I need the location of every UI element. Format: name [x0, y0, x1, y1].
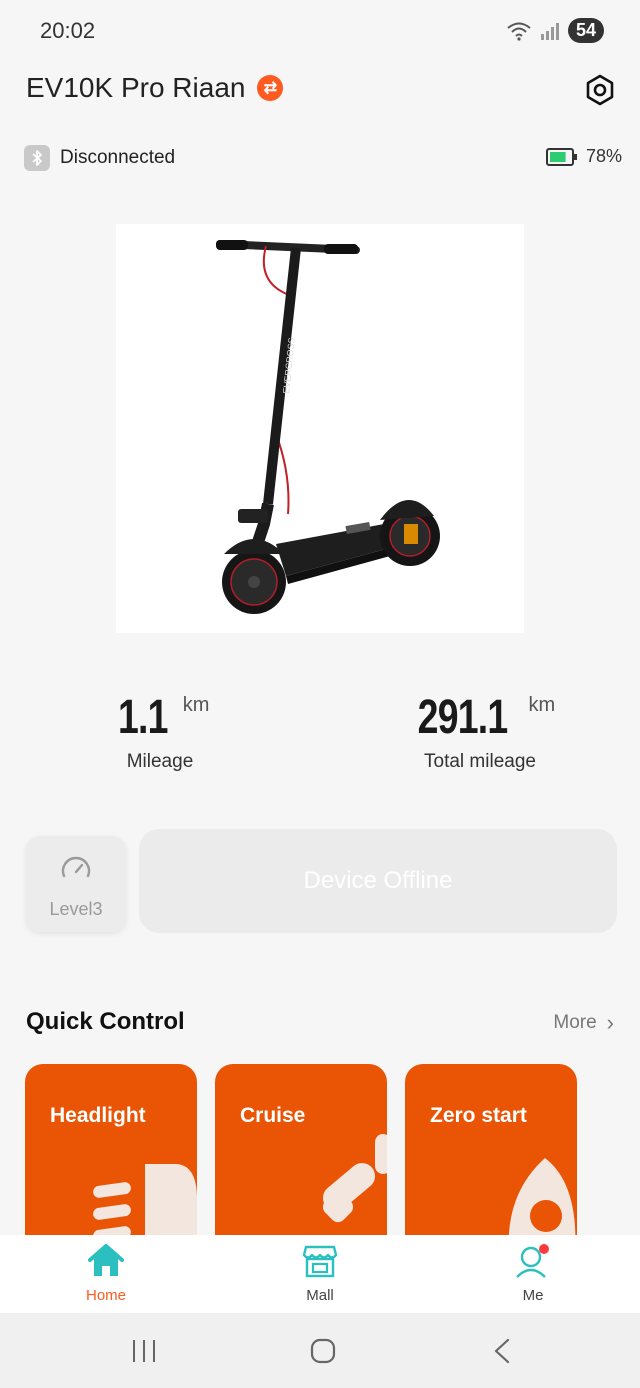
tab-home[interactable]: Home	[46, 1243, 166, 1304]
swap-icon[interactable]: ⇄	[257, 75, 284, 101]
quick-control-title: Quick Control	[26, 1008, 185, 1035]
battery-icon	[545, 147, 577, 166]
headlight-card[interactable]: Headlight	[25, 1064, 197, 1254]
battery-pill: 54	[567, 18, 604, 43]
home-icon	[88, 1244, 124, 1276]
system-nav-bar	[0, 1313, 640, 1388]
offline-label: Device Offline	[303, 867, 453, 894]
mileage-unit: km	[182, 694, 210, 716]
tab-mall-label: Mall	[306, 1287, 334, 1304]
tab-me-label: Me	[522, 1287, 544, 1304]
chevron-right-icon: ›	[606, 1010, 614, 1035]
back-icon[interactable]	[490, 1337, 514, 1365]
user-icon	[516, 1244, 549, 1278]
total-mileage-value: 291.1	[417, 691, 509, 744]
total-mileage-label: Total mileage	[424, 751, 536, 772]
tab-mall[interactable]: Mall	[260, 1243, 380, 1304]
mileage-label: Mileage	[126, 751, 194, 772]
status-time: 20:02	[40, 18, 96, 43]
zero-start-card[interactable]: Zero start	[405, 1064, 577, 1254]
bottom-tab-bar: Home Mall Me	[0, 1235, 640, 1313]
tab-me[interactable]: Me	[473, 1243, 593, 1304]
cruise-label: Cruise	[240, 1104, 306, 1127]
total-mileage-stat: 291.1 km Total mileage	[360, 690, 600, 773]
headlight-label: Headlight	[50, 1104, 146, 1127]
mileage-stat: 1.1 km Mileage	[40, 690, 280, 773]
more-link[interactable]: More ›	[553, 1010, 614, 1036]
connection-label: Disconnected	[60, 147, 176, 168]
settings-button[interactable]	[582, 72, 618, 108]
device-offline-button[interactable]: Device Offline	[139, 829, 617, 933]
more-label: More	[553, 1012, 597, 1033]
total-mileage-unit: km	[528, 694, 556, 716]
home-nav-icon[interactable]	[309, 1337, 337, 1365]
connection-status: Disconnected	[24, 145, 175, 171]
tab-home-label: Home	[85, 1287, 126, 1304]
bluetooth-icon	[24, 145, 50, 171]
level-label: Level3	[49, 899, 103, 919]
status-icons: 54	[506, 18, 604, 43]
recent-apps-icon[interactable]	[130, 1338, 158, 1364]
hexagon-settings-icon	[586, 74, 614, 106]
mileage-value: 1.1	[117, 691, 168, 744]
cruise-card[interactable]: Cruise	[215, 1064, 387, 1254]
scooter-image: EVERCROSS	[116, 224, 524, 633]
zero-start-label: Zero start	[430, 1104, 527, 1127]
device-name: EV10K Pro Riaan	[26, 72, 246, 103]
signal-icon	[540, 22, 559, 40]
battery-percent: 78%	[585, 146, 622, 166]
device-header[interactable]: EV10K Pro Riaan ⇄	[26, 72, 284, 104]
speed-level-button[interactable]: Level3	[26, 836, 126, 932]
speedometer-icon	[61, 856, 91, 878]
vehicle-battery: 78%	[545, 146, 622, 167]
wifi-icon	[507, 22, 531, 41]
store-icon	[302, 1245, 338, 1278]
